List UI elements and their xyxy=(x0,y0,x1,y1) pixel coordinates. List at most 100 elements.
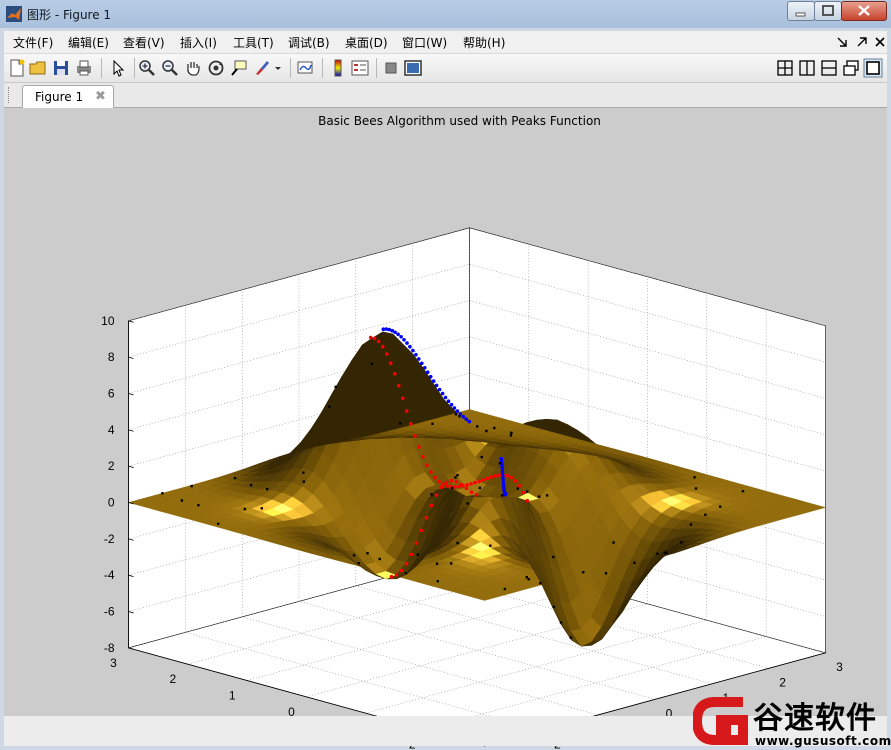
scout-point xyxy=(458,415,461,418)
scout-point xyxy=(552,605,555,609)
bee-marker xyxy=(409,552,414,557)
scout-point xyxy=(526,490,529,493)
z-tick-label: -8 xyxy=(104,641,115,655)
bee-marker xyxy=(408,344,412,349)
bee-marker xyxy=(501,476,505,481)
scout-point xyxy=(450,486,454,490)
bee-marker xyxy=(513,479,518,483)
bee-marker xyxy=(517,484,522,488)
bee-marker xyxy=(505,473,510,478)
bee-marker xyxy=(469,490,474,495)
bee-marker xyxy=(401,396,405,401)
scout-point xyxy=(633,561,636,564)
x-tick-label: 3 xyxy=(836,660,843,674)
bee-marker xyxy=(411,348,415,353)
bee-marker xyxy=(368,335,373,340)
bee-marker xyxy=(433,475,437,480)
scout-point xyxy=(527,578,530,581)
z-tick-label: 10 xyxy=(101,314,115,328)
bee-marker xyxy=(413,434,417,438)
bee-marker xyxy=(509,475,513,480)
scout-point xyxy=(243,507,246,511)
bee-marker xyxy=(429,470,433,475)
bee-marker xyxy=(431,379,436,383)
bee-marker xyxy=(437,479,441,484)
scout-point xyxy=(249,484,253,487)
bee-marker xyxy=(409,422,413,426)
scout-point xyxy=(693,476,696,479)
y-tick-label: 3 xyxy=(110,656,117,670)
scout-point xyxy=(500,494,504,497)
bee-marker xyxy=(393,330,397,335)
watermark-text: 谷速软件 xyxy=(753,701,877,736)
bee-marker xyxy=(477,479,481,484)
scout-point xyxy=(190,484,193,488)
scout-point xyxy=(552,555,555,559)
bee-marker xyxy=(376,339,381,344)
bee-marker xyxy=(489,475,494,479)
scout-point xyxy=(569,636,572,639)
bee-marker xyxy=(449,402,454,407)
scout-point xyxy=(503,587,507,591)
bee-marker xyxy=(402,338,406,342)
bee-marker xyxy=(501,473,505,477)
bee-marker xyxy=(425,370,430,375)
bee-marker xyxy=(389,574,394,579)
z-tick-label: 4 xyxy=(108,423,115,437)
bee-marker xyxy=(384,327,389,331)
y-tick-label: 1 xyxy=(229,689,236,703)
bee-marker xyxy=(465,483,469,487)
bee-marker xyxy=(445,484,449,488)
scout-point xyxy=(476,425,479,428)
scout-point xyxy=(538,495,541,498)
z-tick-label: 6 xyxy=(108,387,115,401)
scout-point xyxy=(302,480,305,483)
scout-point xyxy=(302,471,305,474)
bee-marker xyxy=(434,383,439,388)
bee-marker xyxy=(454,479,459,484)
bee-marker xyxy=(434,493,439,498)
scout-point xyxy=(404,572,408,575)
scout-point xyxy=(559,621,563,624)
scout-point xyxy=(431,422,434,425)
scout-point xyxy=(370,362,374,365)
scout-point xyxy=(498,462,502,465)
bee-marker xyxy=(452,406,457,410)
scout-point xyxy=(398,422,402,425)
scout-point xyxy=(357,561,360,565)
scout-point xyxy=(604,572,608,575)
bee-marker xyxy=(485,476,490,481)
bee-marker xyxy=(423,366,427,370)
bee-marker xyxy=(444,480,449,485)
scout-point xyxy=(719,505,722,508)
chart-title: Basic Bees Algorithm used with Peaks Fun… xyxy=(318,114,601,128)
scout-point xyxy=(689,523,693,526)
bee-marker xyxy=(404,561,409,566)
scout-point xyxy=(456,541,459,545)
scout-point xyxy=(694,487,698,490)
bee-marker xyxy=(417,357,421,361)
bee-marker xyxy=(449,478,454,483)
bee-marker xyxy=(503,491,508,496)
scout-point xyxy=(456,474,459,477)
scout-point xyxy=(366,552,369,555)
scout-point xyxy=(416,553,419,556)
bee-marker xyxy=(381,344,385,349)
scout-point xyxy=(454,476,457,479)
scout-point xyxy=(485,429,488,433)
scout-point xyxy=(180,499,184,502)
surface-plot[interactable]: 1086420-2-4-6-83210-1-2-3-3-2-10123 xyxy=(0,0,891,750)
bee-marker xyxy=(473,480,477,485)
scout-point xyxy=(665,551,668,554)
bee-marker xyxy=(405,341,409,345)
scout-point xyxy=(466,502,469,505)
scout-point xyxy=(509,434,513,437)
bee-marker xyxy=(429,503,434,508)
bee-marker xyxy=(481,478,485,482)
bee-marker xyxy=(459,482,464,487)
bee-marker xyxy=(521,490,526,495)
scout-point xyxy=(217,522,220,525)
bee-marker xyxy=(399,568,404,573)
bee-marker xyxy=(453,485,457,489)
bee-marker xyxy=(464,486,469,491)
